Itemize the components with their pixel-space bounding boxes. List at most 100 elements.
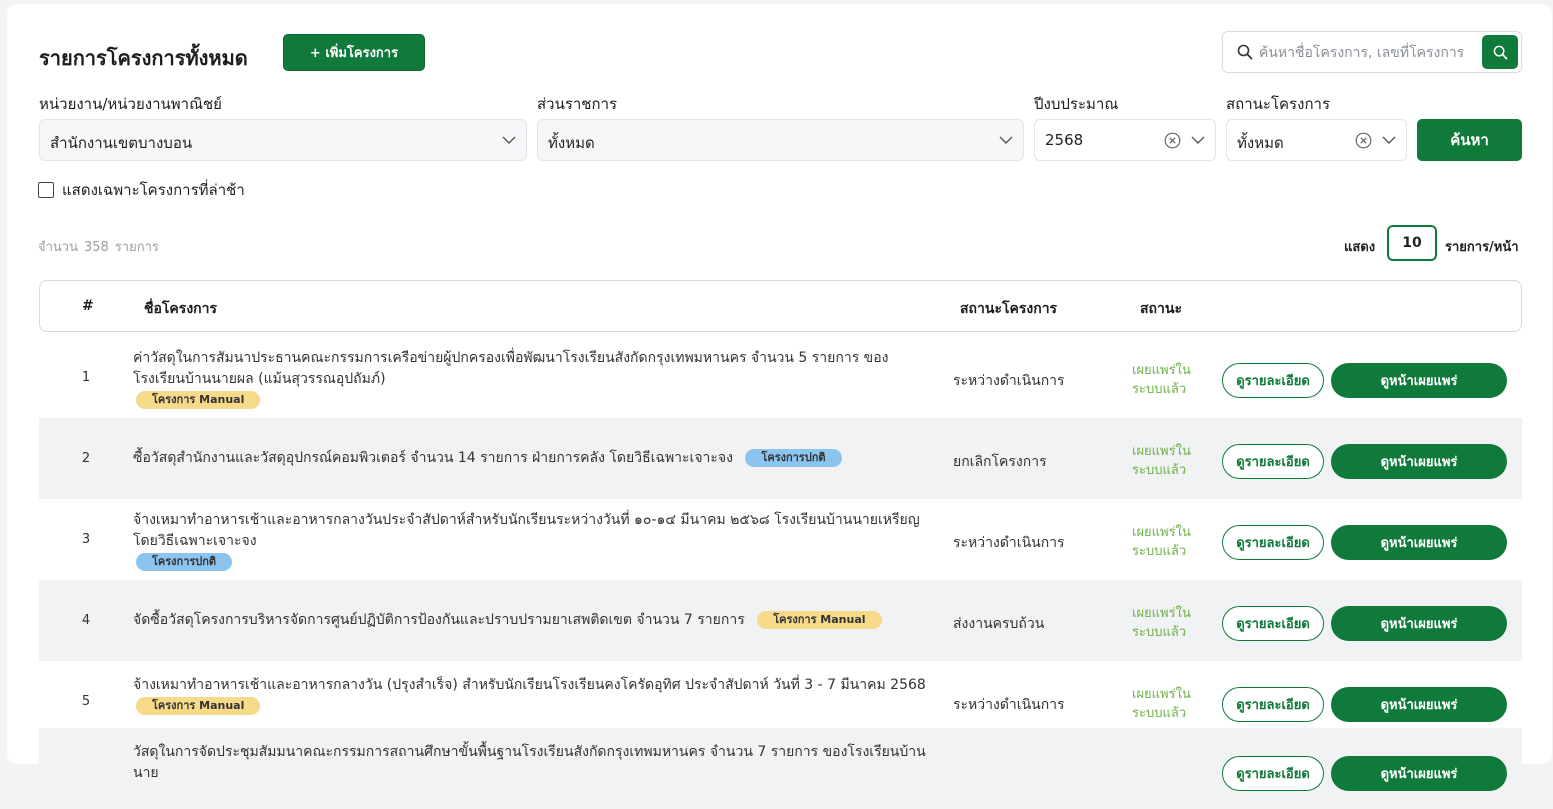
- table-row: วัสดุในการจัดประชุมสัมมนาคณะกรรมการสถานศ…: [39, 728, 1522, 809]
- row-project-name: วัสดุในการจัดประชุมสัมมนาคณะกรรมการสถานศ…: [133, 742, 933, 784]
- publish-status-line2: ระบบแล้ว: [1132, 463, 1187, 478]
- view-detail-button[interactable]: ดูรายละเอียด: [1222, 444, 1324, 479]
- division-select-value: ทั้งหมด: [548, 134, 595, 152]
- agency-select[interactable]: สำนักงานเขตบางบอน: [39, 119, 527, 161]
- late-only-label: แสดงเฉพาะโครงการที่ล่าช้า: [62, 181, 245, 199]
- project-name-text: จ้างเหมาทำอาหารเช้าและอาหารกลางวัน (ปรุง…: [133, 677, 926, 693]
- project-name-text: จัดซื้อวัสดุโครงการบริหารจัดการศูนย์ปฏิบ…: [133, 612, 745, 628]
- search-box[interactable]: [1222, 31, 1522, 73]
- year-select[interactable]: 2568: [1034, 119, 1216, 161]
- clear-circle-icon[interactable]: [1164, 132, 1181, 149]
- project-type-tag: โครงการ Manual: [136, 697, 261, 715]
- row-publish-status: เผยแพร่ใน ระบบแล้ว: [1132, 361, 1202, 399]
- chevron-down-icon: [1191, 136, 1205, 144]
- view-publish-page-button[interactable]: ดูหน้าเผยแพร่: [1331, 525, 1507, 560]
- publish-status-line2: ระบบแล้ว: [1132, 706, 1187, 721]
- project-type-tag: โครงการ Manual: [757, 611, 882, 629]
- view-publish-page-button[interactable]: ดูหน้าเผยแพร่: [1331, 444, 1507, 479]
- publish-status-line2: ระบบแล้ว: [1132, 382, 1187, 397]
- project-type-tag: โครงการปกติ: [136, 553, 233, 571]
- header-name: ชื่อโครงการ: [144, 301, 218, 317]
- table-header: # ชื่อโครงการ สถานะโครงการ สถานะ: [39, 280, 1522, 332]
- search-icon: [1237, 44, 1253, 60]
- publish-status-line1: เผยแพร่ใน: [1132, 525, 1191, 540]
- row-project-status: ยกเลิกโครงการ: [953, 454, 1047, 470]
- header-status: สถานะ: [1140, 301, 1182, 317]
- status-select-value: ทั้งหมด: [1237, 134, 1284, 152]
- view-publish-page-button[interactable]: ดูหน้าเผยแพร่: [1331, 606, 1507, 641]
- chevron-down-icon: [999, 136, 1013, 144]
- row-project-status: ส่งงานครบถ้วน: [953, 616, 1045, 632]
- table-row: 3 จ้างเหมาทำอาหารเช้าและอาหารกลางวันประจ…: [39, 499, 1522, 580]
- row-project-name: จ้างเหมาทำอาหารเช้าและอาหารกลางวันประจำส…: [133, 510, 933, 573]
- view-publish-page-button[interactable]: ดูหน้าเผยแพร่: [1331, 756, 1507, 791]
- row-project-status: ระหว่างดำเนินการ: [953, 535, 1065, 551]
- view-publish-page-button[interactable]: ดูหน้าเผยแพร่: [1331, 363, 1507, 398]
- add-project-button[interactable]: + เพิ่มโครงการ: [283, 34, 425, 71]
- row-project-name: จ้างเหมาทำอาหารเช้าและอาหารกลางวัน (ปรุง…: [133, 675, 933, 717]
- clear-circle-icon[interactable]: [1355, 132, 1372, 149]
- project-name-text: วัสดุในการจัดประชุมสัมมนาคณะกรรมการสถานศ…: [133, 744, 926, 781]
- publish-status-line2: ระบบแล้ว: [1132, 544, 1187, 559]
- header-project-status: สถานะโครงการ: [960, 301, 1058, 317]
- late-only-checkbox-row[interactable]: แสดงเฉพาะโครงการที่ล่าช้า: [38, 178, 245, 202]
- search-icon: [1493, 45, 1507, 59]
- year-label: ปีงบประมาณ: [1034, 95, 1119, 113]
- view-detail-button[interactable]: ดูรายละเอียด: [1222, 606, 1324, 641]
- year-select-value: 2568: [1045, 131, 1084, 149]
- project-type-tag: โครงการปกติ: [745, 449, 842, 467]
- project-name-text: จ้างเหมาทำอาหารเช้าและอาหารกลางวันประจำส…: [133, 512, 920, 549]
- row-publish-status: เผยแพร่ใน ระบบแล้ว: [1132, 604, 1202, 642]
- table-row: 1 ค่าวัสดุในการสัมนาประธานคณะกรรมการเครื…: [39, 337, 1522, 418]
- row-publish-status: เผยแพร่ใน ระบบแล้ว: [1132, 685, 1202, 723]
- publish-status-line1: เผยแพร่ใน: [1132, 444, 1191, 459]
- header-num: #: [82, 298, 94, 314]
- publish-status-line1: เผยแพร่ใน: [1132, 606, 1191, 621]
- row-number: 3: [81, 532, 91, 547]
- chevron-down-icon: [502, 136, 516, 144]
- row-project-name: จัดซื้อวัสดุโครงการบริหารจัดการศูนย์ปฏิบ…: [133, 610, 933, 631]
- status-label: สถานะโครงการ: [1226, 95, 1331, 113]
- division-select[interactable]: ทั้งหมด: [537, 119, 1024, 161]
- view-detail-button[interactable]: ดูรายละเอียด: [1222, 687, 1324, 722]
- row-project-status: ระหว่างดำเนินการ: [953, 373, 1065, 389]
- search-input[interactable]: [1259, 41, 1479, 65]
- page-size-input[interactable]: 10: [1387, 225, 1437, 261]
- count-suffix: รายการ: [114, 240, 159, 255]
- row-project-name: ซื้อวัสดุสำนักงานและวัสดุอุปกรณ์คอมพิวเต…: [133, 448, 933, 469]
- table-row: 4 จัดซื้อวัสดุโครงการบริหารจัดการศูนย์ปฏ…: [39, 580, 1522, 661]
- publish-status-line2: ระบบแล้ว: [1132, 625, 1187, 640]
- row-number: 5: [81, 694, 91, 709]
- publish-status-line1: เผยแพร่ใน: [1132, 687, 1191, 702]
- status-select[interactable]: ทั้งหมด: [1226, 119, 1407, 161]
- show-label: แสดง: [1344, 240, 1376, 255]
- agency-select-value: สำนักงานเขตบางบอน: [50, 134, 193, 152]
- project-name-text: ค่าวัสดุในการสัมนาประธานคณะกรรมการเครือข…: [133, 350, 889, 387]
- table-row: 2 ซื้อวัสดุสำนักงานและวัสดุอุปกรณ์คอมพิว…: [39, 418, 1522, 499]
- row-project-status: ระหว่างดำเนินการ: [953, 697, 1065, 713]
- division-label: ส่วนราชการ: [537, 95, 618, 113]
- row-number: 1: [81, 370, 91, 385]
- search-submit-button[interactable]: [1482, 35, 1518, 69]
- count-prefix: จำนวน: [38, 240, 78, 255]
- project-type-tag: โครงการ Manual: [136, 391, 261, 409]
- view-publish-page-button[interactable]: ดูหน้าเผยแพร่: [1331, 687, 1507, 722]
- page-title: รายการโครงการทั้งหมด: [39, 46, 248, 70]
- main-card: รายการโครงการทั้งหมด + เพิ่มโครงการ หน่ว…: [7, 4, 1552, 809]
- view-detail-button[interactable]: ดูรายละเอียด: [1222, 363, 1324, 398]
- agency-label: หน่วยงาน/หน่วยงานพาณิชย์: [39, 95, 222, 113]
- late-only-checkbox[interactable]: [38, 182, 54, 198]
- row-publish-status: เผยแพร่ใน ระบบแล้ว: [1132, 523, 1202, 561]
- result-count: จำนวน 358 รายการ: [38, 236, 165, 257]
- row-number: 4: [81, 613, 91, 628]
- count-value: 358: [84, 240, 109, 255]
- view-detail-button[interactable]: ดูรายละเอียด: [1222, 525, 1324, 560]
- publish-status-line1: เผยแพร่ใน: [1132, 363, 1191, 378]
- row-number: 2: [81, 451, 91, 466]
- per-page-label: รายการ/หน้า: [1445, 240, 1519, 255]
- view-detail-button[interactable]: ดูรายละเอียด: [1222, 756, 1324, 791]
- project-name-text: ซื้อวัสดุสำนักงานและวัสดุอุปกรณ์คอมพิวเต…: [133, 450, 733, 466]
- chevron-down-icon: [1382, 136, 1396, 144]
- filter-search-button[interactable]: ค้นหา: [1417, 119, 1522, 161]
- row-publish-status: เผยแพร่ใน ระบบแล้ว: [1132, 442, 1202, 480]
